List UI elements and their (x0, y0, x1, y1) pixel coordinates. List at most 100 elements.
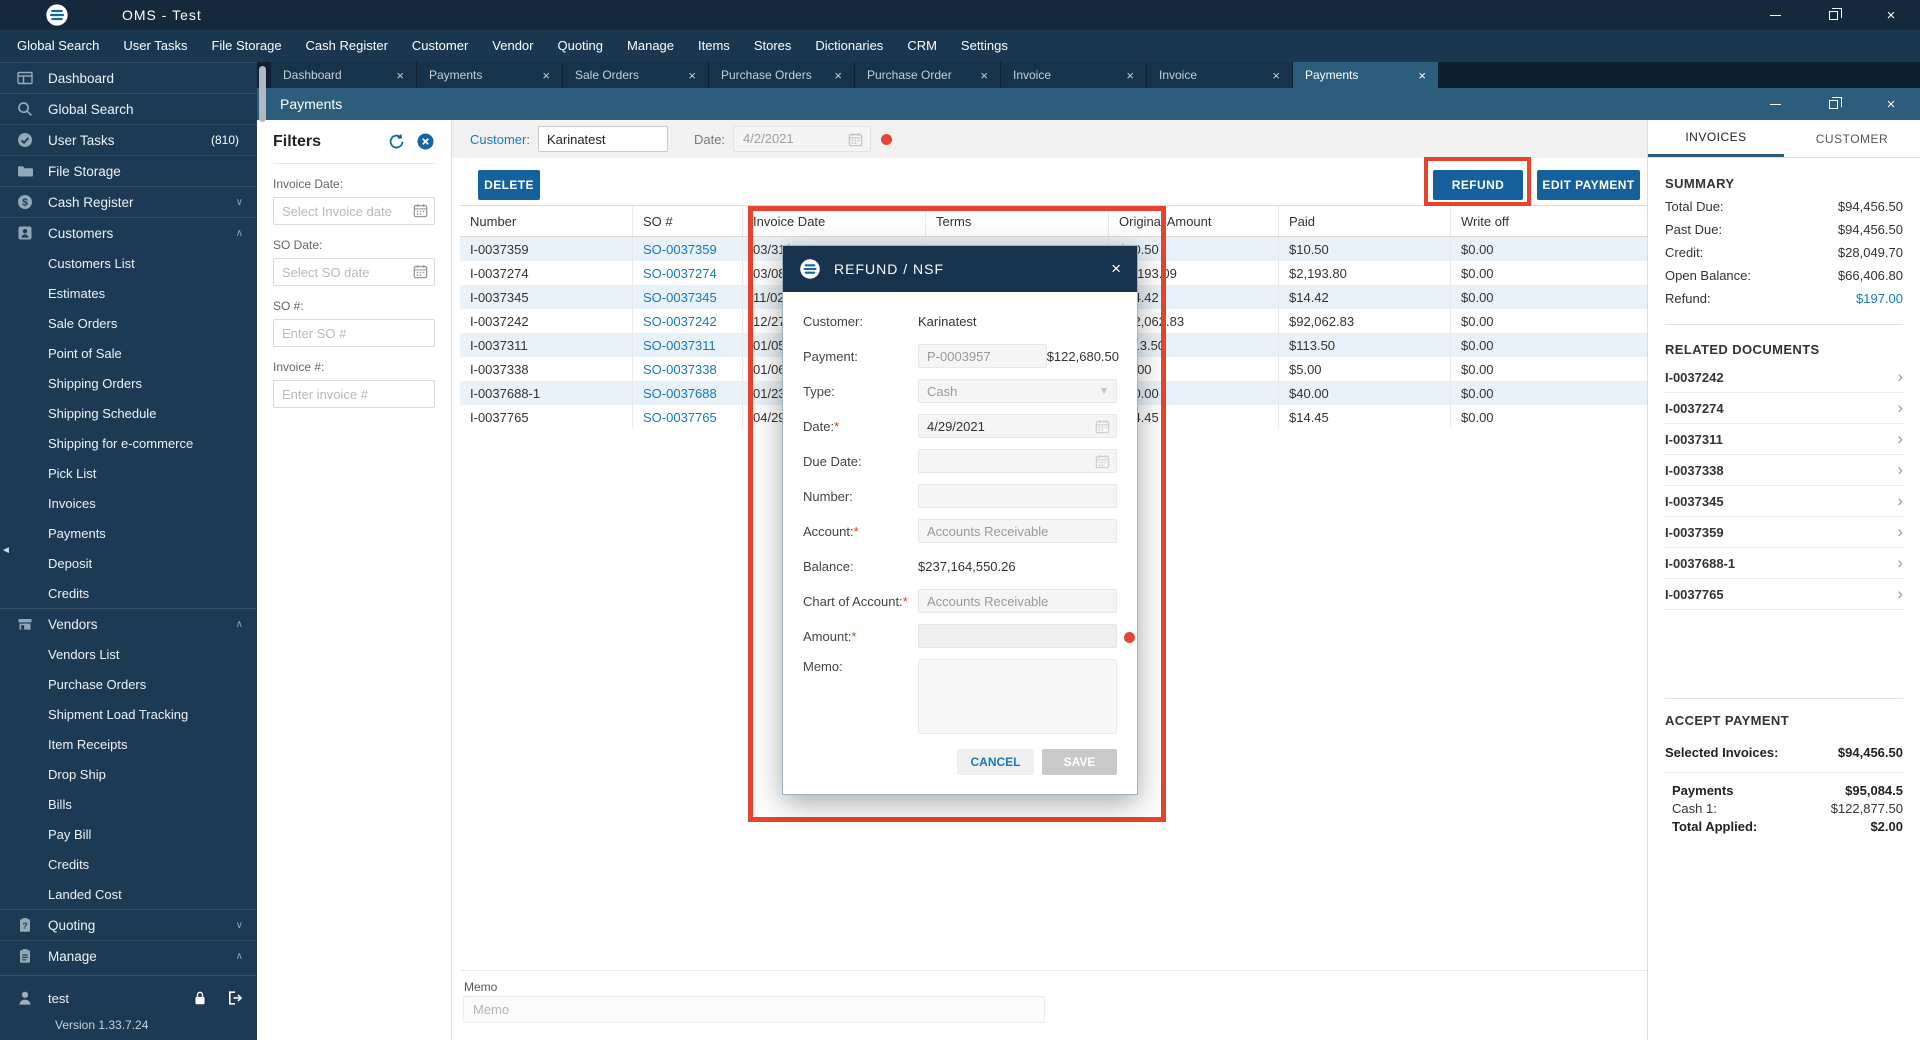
tab-invoice-1[interactable]: Invoice × (1001, 62, 1147, 88)
minimize-button[interactable] (1746, 0, 1804, 30)
restore-button[interactable] (1804, 0, 1862, 30)
tab-close-icon[interactable]: × (1126, 69, 1134, 82)
col-so[interactable]: SO # (632, 206, 742, 236)
cancel-button[interactable]: CANCEL (957, 749, 1034, 775)
menu-global-search[interactable]: Global Search (5, 30, 111, 62)
sidebar-item-purchase-orders[interactable]: Purchase Orders (0, 669, 257, 699)
sidebar-item-point-of-sale[interactable]: Point of Sale (0, 338, 257, 368)
sidebar-item-vendors[interactable]: Vendors ∧ (0, 608, 257, 639)
menu-stores[interactable]: Stores (742, 30, 804, 62)
calendar-icon[interactable] (412, 202, 429, 219)
so-date-filter-input[interactable] (273, 258, 435, 286)
menu-crm[interactable]: CRM (895, 30, 949, 62)
sidebar-item-user-tasks[interactable]: User Tasks (810) (0, 124, 257, 155)
sidebar-item-vendor-credits[interactable]: Credits (0, 849, 257, 879)
sidebar-item-payments[interactable]: Payments (0, 518, 257, 548)
sidebar-item-sale-orders[interactable]: Sale Orders (0, 308, 257, 338)
sidebar-item-bills[interactable]: Bills (0, 789, 257, 819)
so-link[interactable]: SO-0037345 (632, 285, 742, 309)
close-button[interactable]: × (1862, 0, 1920, 30)
inner-close-button[interactable]: × (1862, 89, 1920, 119)
sidebar-item-file-storage[interactable]: File Storage (0, 155, 257, 186)
tab-close-icon[interactable]: × (1272, 69, 1280, 82)
so-link[interactable]: SO-0037359 (632, 237, 742, 261)
menu-dictionaries[interactable]: Dictionaries (803, 30, 895, 62)
sidebar-item-landed-cost[interactable]: Landed Cost (0, 879, 257, 909)
menu-manage[interactable]: Manage (615, 30, 686, 62)
memo-input[interactable] (463, 996, 1045, 1023)
tab-payments-1[interactable]: Payments × (417, 62, 563, 88)
col-invoice-date[interactable]: Invoice Date (742, 206, 925, 236)
delete-button[interactable]: DELETE (478, 170, 540, 200)
sidebar-item-shipping-schedule[interactable]: Shipping Schedule (0, 398, 257, 428)
customer-input[interactable] (537, 126, 668, 152)
sidebar-item-item-receipts[interactable]: Item Receipts (0, 729, 257, 759)
refund-button[interactable]: REFUND (1433, 170, 1523, 200)
sidebar-item-vendors-list[interactable]: Vendors List (0, 639, 257, 669)
related-document-item[interactable]: I-0037242 › (1665, 362, 1903, 393)
tab-invoices[interactable]: INVOICES (1648, 120, 1784, 157)
account-input[interactable]: Accounts Receivable (918, 519, 1117, 543)
related-document-item[interactable]: I-0037311 › (1665, 424, 1903, 455)
col-number[interactable]: Number (460, 206, 632, 236)
tab-close-icon[interactable]: × (834, 69, 842, 82)
inner-restore-button[interactable] (1804, 89, 1862, 119)
tab-payments-active[interactable]: Payments × (1293, 62, 1439, 88)
related-document-item[interactable]: I-0037688-1 › (1665, 548, 1903, 579)
tab-dashboard[interactable]: Dashboard × (271, 62, 417, 88)
number-input[interactable] (918, 484, 1117, 508)
menu-items[interactable]: Items (686, 30, 742, 62)
tab-close-icon[interactable]: × (980, 69, 988, 82)
so-number-filter-input[interactable] (273, 319, 435, 347)
save-button[interactable]: SAVE (1042, 749, 1117, 775)
related-document-item[interactable]: I-0037274 › (1665, 393, 1903, 424)
sidebar-item-drop-ship[interactable]: Drop Ship (0, 759, 257, 789)
modal-memo-textarea[interactable] (918, 659, 1117, 734)
menu-vendor[interactable]: Vendor (480, 30, 545, 62)
sidebar-item-shipping-orders[interactable]: Shipping Orders (0, 368, 257, 398)
related-document-item[interactable]: I-0037359 › (1665, 517, 1903, 548)
sidebar-item-manage[interactable]: Manage ∧ (0, 940, 257, 971)
sidebar-item-shipping-ecommerce[interactable]: Shipping for e-commerce (0, 428, 257, 458)
sidebar-item-pay-bill[interactable]: Pay Bill (0, 819, 257, 849)
dialog-close-icon[interactable]: × (1111, 259, 1121, 279)
sidebar-item-quoting[interactable]: Quoting ∨ (0, 909, 257, 940)
related-document-item[interactable]: I-0037338 › (1665, 455, 1903, 486)
menu-file-storage[interactable]: File Storage (199, 30, 293, 62)
col-original-amount[interactable]: Original Amount (1108, 206, 1278, 236)
sidebar-item-deposit[interactable]: Deposit (0, 548, 257, 578)
related-document-item[interactable]: I-0037345 › (1665, 486, 1903, 517)
logout-icon[interactable] (225, 989, 243, 1007)
calendar-icon[interactable] (412, 263, 429, 280)
sidebar-item-global-search[interactable]: Global Search (0, 93, 257, 124)
col-terms[interactable]: Terms (925, 206, 1108, 236)
so-link[interactable]: SO-0037338 (632, 357, 742, 381)
so-link[interactable]: SO-0037311 (632, 333, 742, 357)
sidebar-item-customers-list[interactable]: Customers List (0, 248, 257, 278)
sidebar-item-dashboard[interactable]: Dashboard (0, 62, 257, 93)
col-paid[interactable]: Paid (1278, 206, 1450, 236)
menu-customer[interactable]: Customer (400, 30, 480, 62)
refund-date-input[interactable]: 4/29/2021 (918, 414, 1117, 438)
sidebar-item-estimates[interactable]: Estimates (0, 278, 257, 308)
date-input[interactable]: 4/2/2021 (733, 126, 872, 152)
chart-of-account-input[interactable]: Accounts Receivable (918, 589, 1117, 613)
menu-user-tasks[interactable]: User Tasks (111, 30, 199, 62)
menu-settings[interactable]: Settings (949, 30, 1020, 62)
tab-close-icon[interactable]: × (1418, 69, 1426, 82)
menu-quoting[interactable]: Quoting (545, 30, 615, 62)
tab-sale-orders[interactable]: Sale Orders × (563, 62, 709, 88)
so-link[interactable]: SO-0037688 (632, 381, 742, 405)
refresh-icon[interactable] (387, 132, 406, 151)
tab-purchase-order[interactable]: Purchase Order × (855, 62, 1001, 88)
amount-input[interactable] (918, 624, 1135, 648)
related-document-item[interactable]: I-0037765 › (1665, 579, 1903, 610)
scrollbar-thumb[interactable] (259, 66, 266, 122)
sidebar-item-cash-register[interactable]: Cash Register ∨ (0, 186, 257, 217)
col-write-off[interactable]: Write off (1450, 206, 1647, 236)
so-link[interactable]: SO-0037765 (632, 405, 742, 429)
sidebar-item-invoices[interactable]: Invoices (0, 488, 257, 518)
sidebar-collapse-arrow[interactable]: ◄ (1, 545, 11, 556)
tab-customer[interactable]: CUSTOMER (1784, 120, 1920, 157)
tab-close-icon[interactable]: × (396, 69, 404, 82)
